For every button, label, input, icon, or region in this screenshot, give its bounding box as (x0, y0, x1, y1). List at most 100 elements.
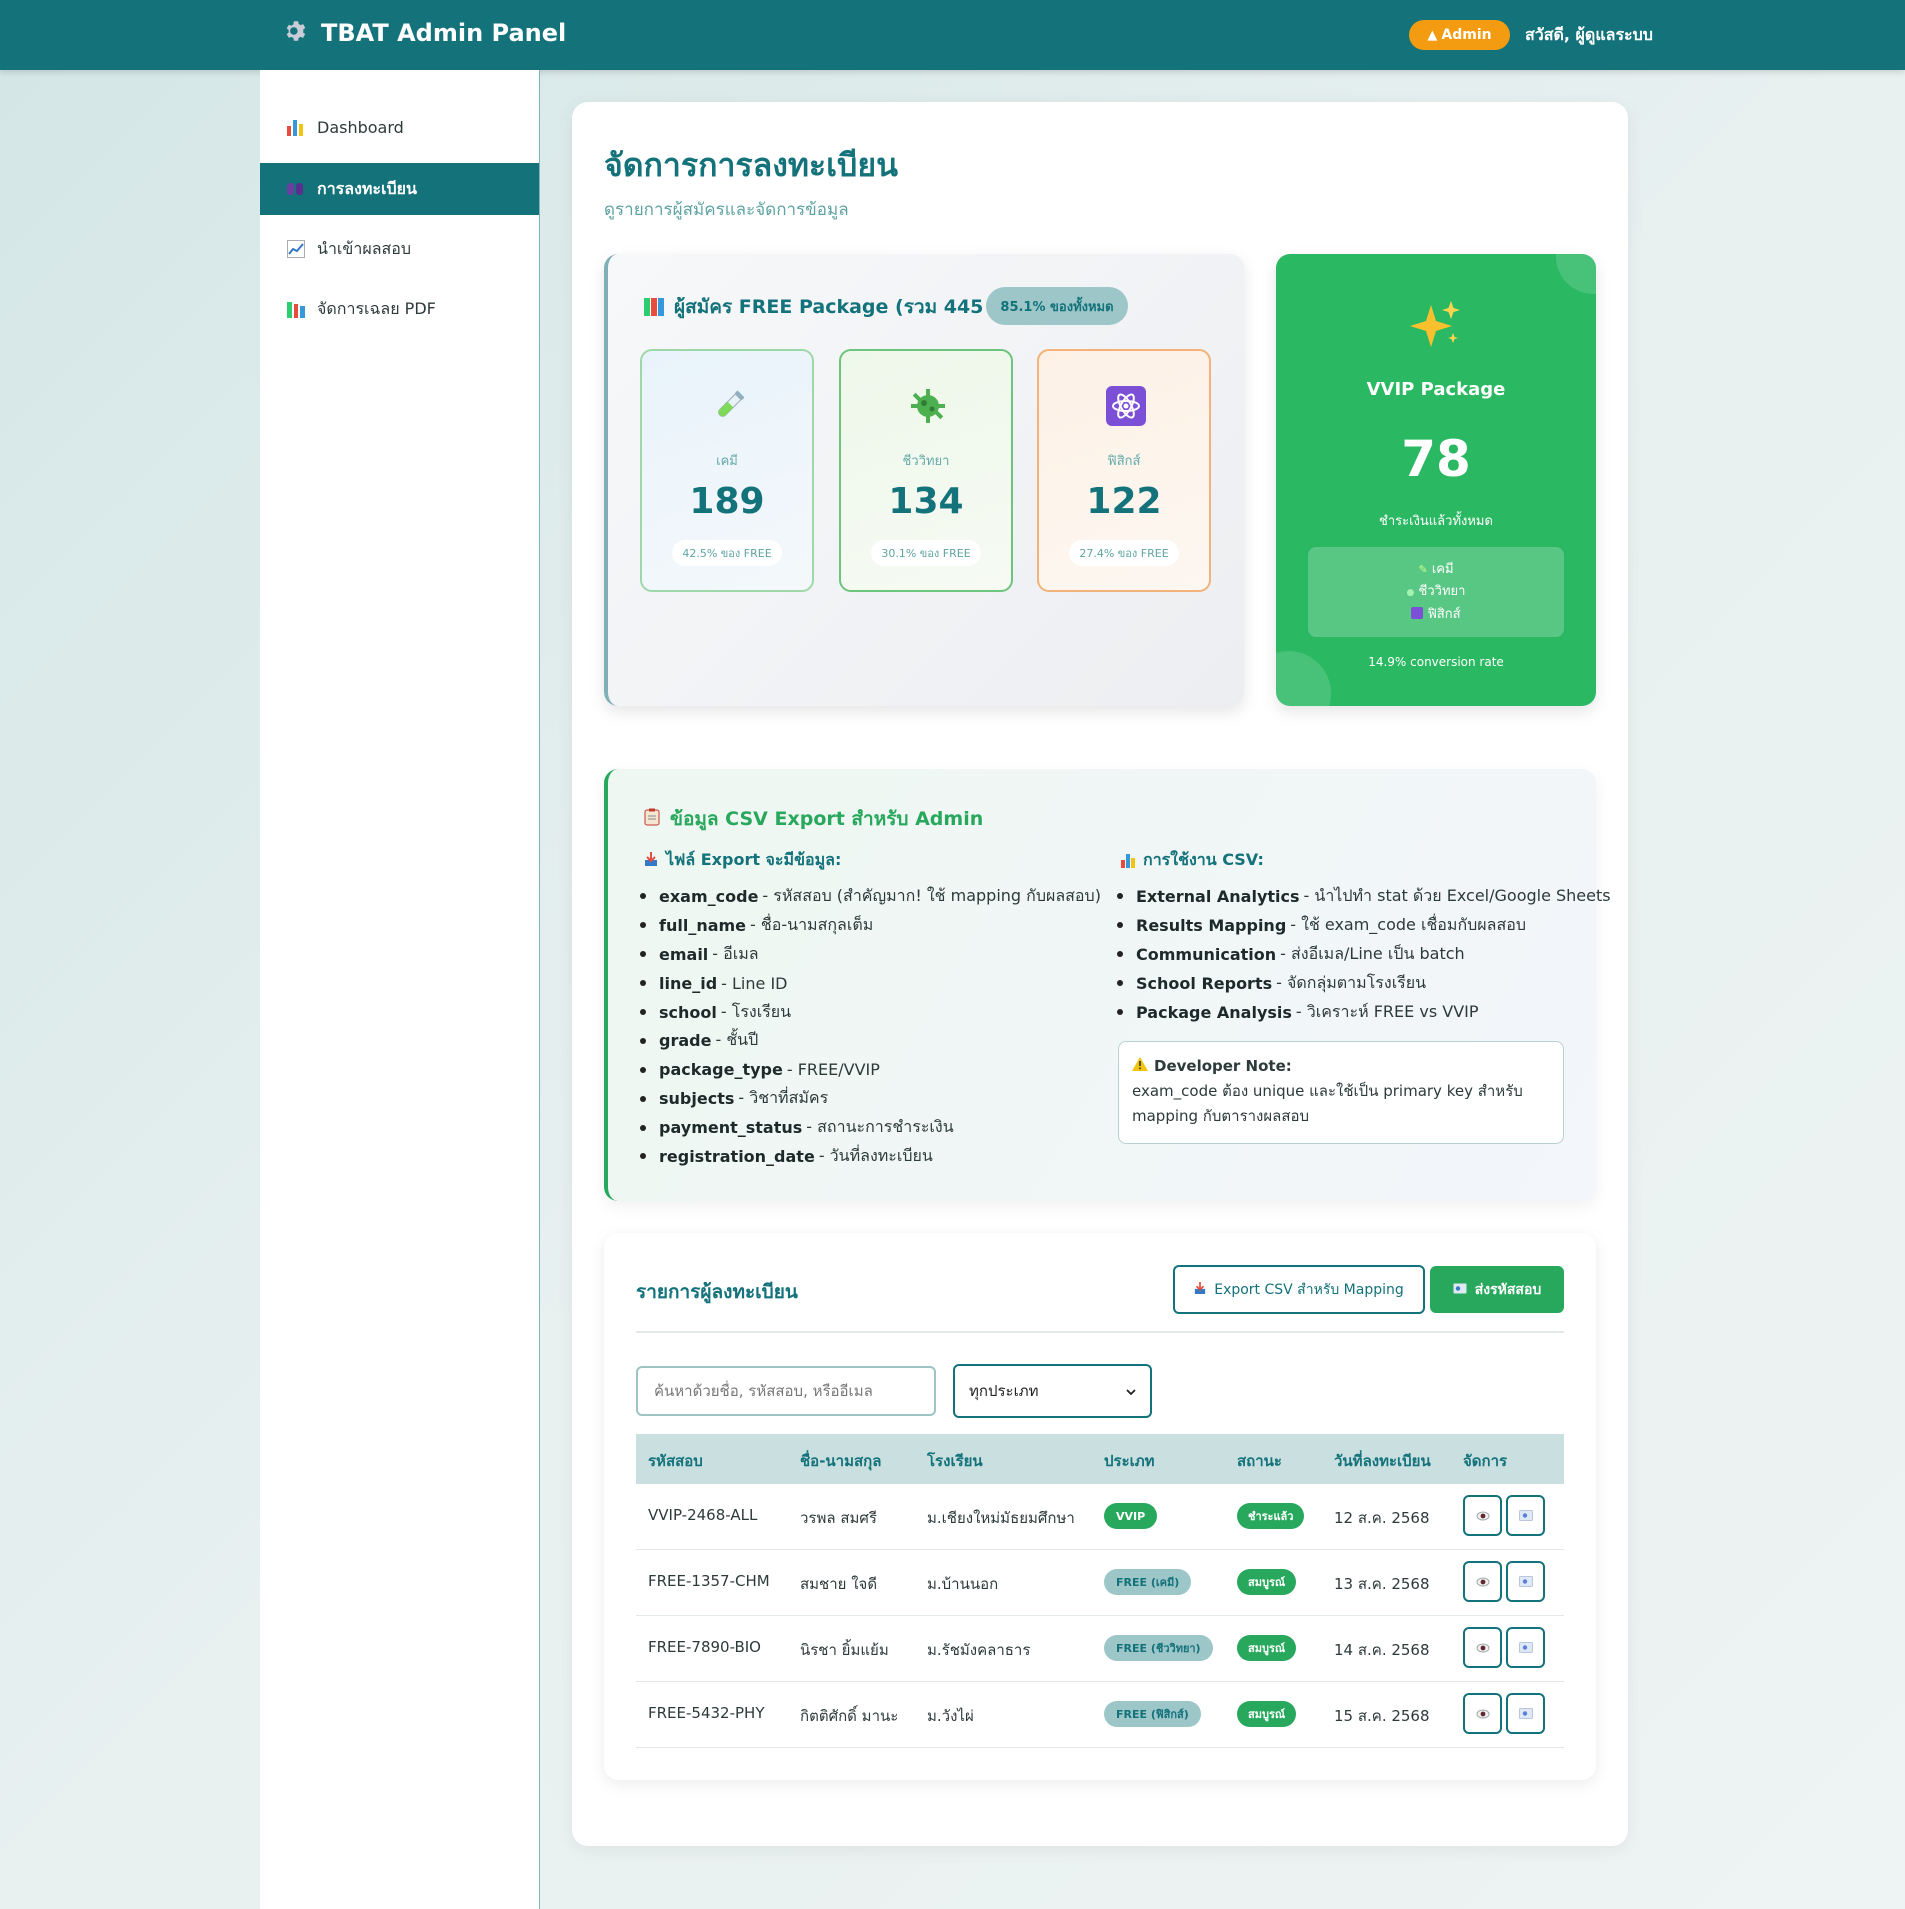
atom-icon (1106, 386, 1146, 426)
school-cell: ม.รัชมังคลาธาร (927, 1641, 1031, 1659)
warning-icon (1132, 1054, 1148, 1079)
column-header[interactable]: รหัสสอบ (648, 1449, 703, 1473)
list-item-key: School Reports (1136, 973, 1273, 993)
full-name-cell: สมชาย ใจดี (800, 1575, 878, 1593)
send-exam-code-label: ส่งรหัสสอบ (1474, 1281, 1542, 1298)
school-cell: ม.บ้านนอก (927, 1575, 999, 1593)
school-cell: ม.เชียงใหม่มัธยมศึกษา (927, 1509, 1075, 1527)
csv-usage-heading-text: การใช้งาน CSV: (1143, 850, 1264, 869)
page-subtitle: ดูรายการผู้สมัครและจัดการข้อมูล (604, 200, 849, 220)
list-item: line_id - Line ID (640, 969, 1101, 998)
subject-percent: 30.1% ของ FREE (871, 540, 981, 566)
brand[interactable]: TBAT Admin Panel (283, 18, 566, 48)
list-item-key: line_id (659, 973, 718, 993)
vvip-conversion-rate: 14.9% conversion rate (1368, 655, 1504, 669)
status-badge: ชำระแล้ว (1237, 1503, 1305, 1529)
list-item-key: payment_status (659, 1118, 803, 1138)
books-icon (287, 300, 306, 318)
atom-icon (1411, 607, 1424, 619)
table-row[interactable]: FREE-5432-PHY กิตติศักดิ์ มานะ ม.วังไผ่ FRE… (636, 1682, 1564, 1748)
list-item: Communication - ส่งอีเมล/Line เป็น batch (1117, 940, 1611, 969)
table-header: รหัสสอบ ชื่อ-นามสกุล โรงเรียน ประเภท สถา… (636, 1434, 1564, 1484)
list-item-desc: - ส่งอีเมล/Line เป็น batch (1280, 943, 1465, 963)
divider (636, 1331, 1564, 1333)
column-header[interactable]: ชื่อ-นามสกุล (800, 1449, 881, 1473)
subject-card-chemistry: เคมี 189 42.5% ของ FREE (640, 349, 814, 592)
list-item: External Analytics - นำไปทำ stat ด้วย Exc… (1117, 882, 1611, 911)
id-card-icon (1518, 1638, 1533, 1657)
column-header[interactable]: วันที่ลงทะเบียน (1334, 1449, 1431, 1473)
send-exam-code-button[interactable]: ส่งรหัสสอบ (1430, 1266, 1564, 1313)
list-item: school - โรงเรียน (640, 998, 1101, 1027)
sidebar-item-label: จัดการเฉลย PDF (317, 298, 436, 318)
list-item-key: school (659, 1002, 717, 1022)
sidebar-item-pdf-answers[interactable]: จัดการเฉลย PDF (260, 283, 539, 335)
free-package-title-text: ผู้สมัคร FREE Package (รวม 445 คน) (674, 296, 1025, 318)
list-item: payment_status - สถานะการชำระเงิน (640, 1113, 1101, 1142)
export-csv-button[interactable]: Export CSV สำหรับ Mapping (1173, 1265, 1425, 1314)
send-code-row-button[interactable] (1506, 1693, 1545, 1734)
list-item: registration_date - วันที่ลงทะเบียน (640, 1142, 1101, 1171)
admin-role-badge: ▲ Admin (1409, 20, 1510, 50)
subject-percent: 42.5% ของ FREE (672, 540, 782, 566)
full-name-cell: กิตติศักดิ์ มานะ (800, 1707, 899, 1725)
package-type-select[interactable]: ทุกประเภท (953, 1364, 1152, 1418)
search-input[interactable] (636, 1366, 936, 1416)
sidebar-item-registrations[interactable]: การลงทะเบียน (260, 163, 539, 215)
table-row[interactable]: VVIP-2468-ALL วรพล สมศรี ม.เชียงใหม่มัธยมศ… (636, 1484, 1564, 1550)
developer-note-title-text: Developer Note: (1154, 1057, 1292, 1075)
package-type-select-value: ทุกประเภท (969, 1382, 1039, 1400)
registrations-title: รายการผู้ลงทะเบียน (636, 1281, 798, 1303)
list-item-desc: - จัดกลุ่มตามโรงเรียน (1276, 972, 1427, 992)
subject-count: 134 (888, 481, 964, 522)
exam-code-cell: FREE-5432-PHY (648, 1704, 765, 1722)
send-code-row-button[interactable] (1506, 1627, 1545, 1668)
table-row[interactable]: FREE-7890-BIO นิรชา ยิ้มแย้ม ม.รัชมังคลาธา… (636, 1616, 1564, 1682)
csv-fields-heading: ไฟล์ Export จะมีข้อมูล: (644, 848, 841, 873)
developer-note-text: exam_code ต้อง unique และใช้เป็น primary… (1132, 1082, 1523, 1125)
vvip-package-name: VVIP Package (1366, 379, 1506, 400)
sidebar-item-import-results[interactable]: นำเข้าผลสอบ (260, 223, 539, 275)
list-item: email - อีเมล (640, 940, 1101, 969)
package-type-badge: FREE (เคมี) (1104, 1569, 1192, 1595)
decorative-circle (1556, 254, 1596, 294)
view-button[interactable] (1463, 1693, 1502, 1734)
send-code-row-button[interactable] (1506, 1561, 1545, 1602)
eye-icon (1476, 1572, 1490, 1591)
column-header[interactable]: ประเภท (1104, 1449, 1155, 1473)
vvip-subject-label: เคมี (1431, 562, 1454, 577)
package-type-badge: FREE (ชีววิทยา) (1104, 1635, 1213, 1661)
list-item-desc: - วันที่ลงทะเบียน (818, 1145, 933, 1165)
registration-date-cell: 15 ส.ค. 2568 (1334, 1707, 1430, 1725)
send-code-row-button[interactable] (1506, 1495, 1545, 1536)
column-header[interactable]: โรงเรียน (927, 1449, 983, 1473)
status-badge: สมบูรณ์ (1237, 1569, 1297, 1595)
list-item-desc: - โรงเรียน (720, 1001, 792, 1021)
test-tube-icon: ✎ (1418, 563, 1428, 576)
list-item: full_name - ชื่อ-นามสกุลเต็ม (640, 911, 1101, 940)
list-item-desc: - ชื่อ-นามสกุลเต็ม (750, 914, 874, 934)
csv-info-title: ข้อมูล CSV Export สำหรับ Admin (644, 804, 983, 834)
sidebar-item-dashboard[interactable]: Dashboard (260, 101, 539, 153)
csv-fields-list: exam_code - รหัสสอบ (สำคัญมาก! ใช้ mappin… (640, 882, 1101, 1171)
id-card-icon (1453, 1282, 1467, 1298)
id-card-icon (1518, 1572, 1533, 1591)
exam-code-cell: VVIP-2468-ALL (648, 1506, 758, 1524)
view-button[interactable] (1463, 1627, 1502, 1668)
view-button[interactable] (1463, 1561, 1502, 1602)
subject-name: ฟิสิกส์ (1107, 454, 1141, 469)
csv-fields-heading-text: ไฟล์ Export จะมีข้อมูล: (666, 850, 842, 869)
free-package-title: ผู้สมัคร FREE Package (รวม 445 คน) (644, 292, 1024, 322)
status-badge: สมบูรณ์ (1237, 1635, 1297, 1661)
table-row[interactable]: FREE-1357-CHM สมชาย ใจดี ม.บ้านนอก FREE (เค… (636, 1550, 1564, 1616)
full-name-cell: วรพล สมศรี (800, 1509, 877, 1527)
vvip-subject-biology: ● ชีววิทยา (1308, 581, 1564, 604)
microbe-icon: ● (1406, 588, 1415, 598)
registration-date-cell: 13 ส.ค. 2568 (1334, 1575, 1430, 1593)
csv-info-title-text: ข้อมูล CSV Export สำหรับ Admin (670, 808, 984, 830)
vvip-subject-list: ✎ เคมี ● ชีววิทยา ฟิสิกส์ (1308, 547, 1564, 637)
column-header[interactable]: สถานะ (1237, 1449, 1282, 1473)
sidebar-item-label: นำเข้าผลสอบ (317, 238, 412, 258)
view-button[interactable] (1463, 1495, 1502, 1536)
id-card-icon (1518, 1506, 1533, 1525)
